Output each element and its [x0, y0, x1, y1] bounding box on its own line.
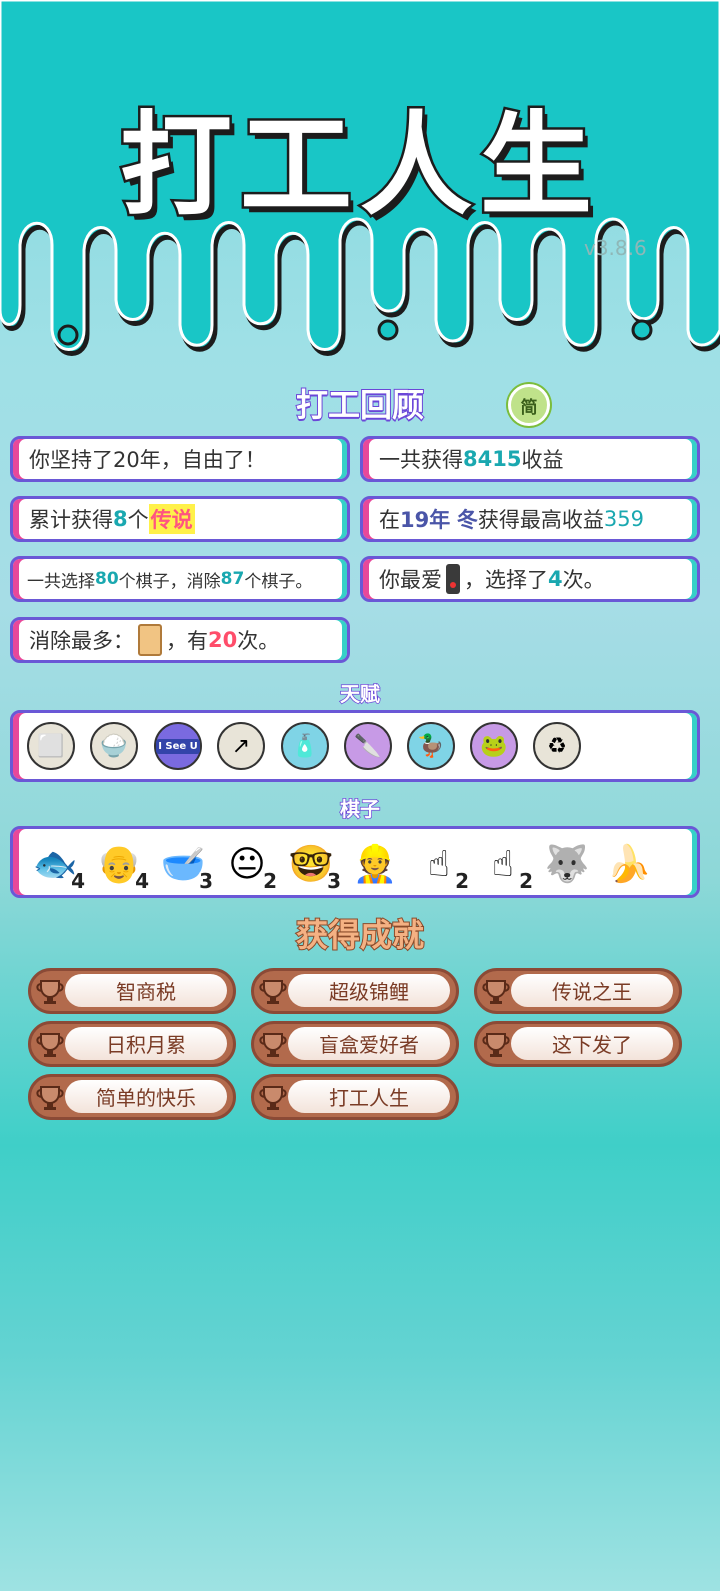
rice-bowl-icon[interactable]: 🍚: [90, 722, 138, 770]
recycle-icon[interactable]: ♻: [533, 722, 581, 770]
trophy-icon: [482, 1033, 510, 1057]
achievement-badge[interactable]: 传说之王: [474, 968, 682, 1014]
glasses-man-icon[interactable]: 🤓 3: [285, 837, 343, 895]
stat-chosen-removed: 一共选择 80 个棋子，消除 87 个棋子。: [10, 556, 350, 602]
bottle-icon[interactable]: 🧴: [281, 722, 329, 770]
achievement-badge[interactable]: 打工人生: [251, 1074, 459, 1120]
achievement-badge[interactable]: 这下发了: [474, 1021, 682, 1067]
stat-favorite: 你最爱 ，选择了 4 次。: [360, 556, 700, 602]
trophy-icon: [259, 1086, 287, 1110]
header-banner: 打工人生 v3.8.6: [0, 0, 720, 370]
trophy-icon: [482, 980, 510, 1004]
trophy-icon: [259, 980, 287, 1004]
achievement-badge[interactable]: 盲盒爱好者: [251, 1021, 459, 1067]
stat-best-income: 在 19年 冬 获得最高收益 359: [360, 496, 700, 542]
arrow-up-card-icon[interactable]: ↗: [217, 722, 265, 770]
game-title: 打工人生: [118, 99, 600, 234]
old-worker-icon[interactable]: 👷: [349, 837, 401, 891]
banana-icon[interactable]: 🍌: [603, 837, 655, 891]
duck-pot-icon[interactable]: 🦆: [407, 722, 455, 770]
yellow-face-icon[interactable]: 😐 2: [221, 837, 278, 895]
i-see-u-card-icon[interactable]: I See U: [154, 722, 202, 770]
talents-row: ⬜ 🍚 I See U ↗ 🧴 🔪 🦆 🐸 ♻: [10, 710, 700, 782]
husky-king-icon[interactable]: 🐺: [541, 837, 593, 891]
phone-piece-icon: [446, 564, 460, 594]
version-label: v3.8.6: [584, 236, 647, 260]
koi-fish-icon[interactable]: 🐟 4: [29, 837, 87, 895]
trophy-icon: [36, 1033, 64, 1057]
achievements-title: 获得成就: [295, 915, 425, 955]
trophy-icon: [36, 1086, 64, 1110]
stat-most-removed: 消除最多： ，有 20 次。: [10, 617, 350, 663]
grandpa-icon[interactable]: 👴 4: [93, 837, 151, 895]
pieces-row: 🐟 4 👴 4 🥣 3 😐 2 🤓 3 👷 ☝ 2 ☝ 2 🐺 🍌: [10, 826, 700, 898]
review-title: 打工回顾: [295, 385, 425, 425]
door-piece-icon: [138, 624, 162, 656]
sugar-cubes-icon[interactable]: ⬜: [27, 722, 75, 770]
achievement-badge[interactable]: 日积月累: [28, 1021, 236, 1067]
achievement-badge[interactable]: 智商税: [28, 968, 236, 1014]
achievement-badge[interactable]: 简单的快乐: [28, 1074, 236, 1120]
achievement-badge[interactable]: 超级锦鲤: [251, 968, 459, 1014]
trophy-icon: [36, 980, 64, 1004]
stat-years: 你坚持了 20年 ，自由了！: [10, 436, 350, 482]
simplified-toggle-button[interactable]: 简: [508, 384, 550, 426]
stat-legend: 累计获得 8 个传说: [10, 496, 350, 542]
gray-finger-icon[interactable]: ☝ 2: [477, 837, 534, 895]
empty-bowl-icon[interactable]: 🥣 3: [157, 837, 215, 895]
pieces-title: 棋子: [339, 796, 381, 822]
talents-title: 天赋: [339, 681, 381, 707]
brown-finger-icon[interactable]: ☝ 2: [413, 837, 470, 895]
stat-total-income: 一共获得 8415 收益: [360, 436, 700, 482]
trophy-icon: [259, 1033, 287, 1057]
frog-flowers-icon[interactable]: 🐸: [470, 722, 518, 770]
cleaver-icon[interactable]: 🔪: [344, 722, 392, 770]
